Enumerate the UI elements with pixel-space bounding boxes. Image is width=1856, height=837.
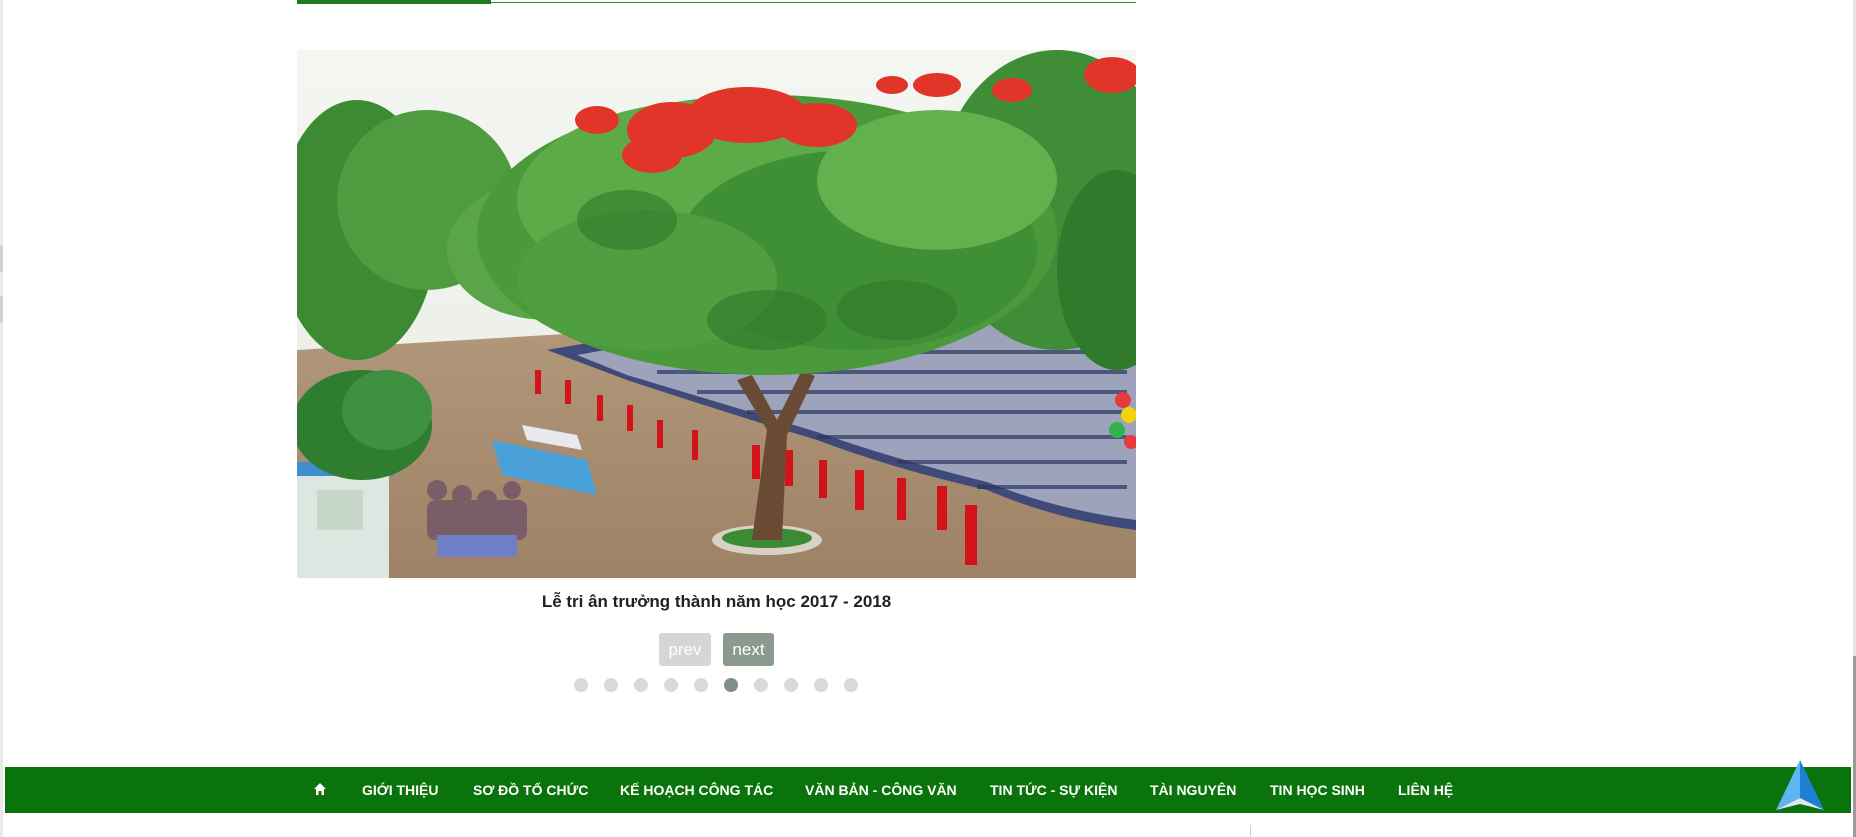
slide-image[interactable]	[297, 50, 1136, 578]
prev-button[interactable]: prev	[659, 633, 711, 666]
school-ceremony-photo	[297, 50, 1136, 578]
left-edge-tab[interactable]	[0, 246, 3, 272]
nav-item-so-do-to-chuc[interactable]: SƠ ĐỒ TỔ CHỨC	[473, 767, 588, 813]
nav-item-van-ban-cong-van[interactable]: VĂN BẢN - CÔNG VĂN	[805, 767, 957, 813]
slide-dot[interactable]	[604, 678, 618, 692]
nav-item-tai-nguyen[interactable]: TÀI NGUYÊN	[1150, 767, 1236, 813]
slide-dot[interactable]	[784, 678, 798, 692]
scroll-to-top-icon[interactable]	[1772, 758, 1828, 814]
nav-item-tin-tuc-su-kien[interactable]: TIN TỨC - SỰ KIỆN	[990, 767, 1117, 813]
left-edge	[0, 0, 3, 837]
nav-item-tin-hoc-sinh[interactable]: TIN HỌC SINH	[1270, 767, 1365, 813]
nav-item-ke-hoach-cong-tac[interactable]: KẾ HOẠCH CÔNG TÁC	[620, 767, 773, 813]
nav-item-gioi-thieu[interactable]: GIỚI THIỆU	[362, 767, 439, 813]
slide-dot[interactable]	[814, 678, 828, 692]
slide-dot[interactable]	[634, 678, 648, 692]
slide-dot[interactable]	[724, 678, 738, 692]
slide-dot[interactable]	[574, 678, 588, 692]
content-divider	[1250, 825, 1251, 837]
section-header-rule	[297, 0, 1136, 4]
page: Lễ tri ân trưởng thành năm học 2017 - 20…	[0, 0, 1856, 837]
nav-item-lien-he[interactable]: LIÊN HỆ	[1398, 767, 1453, 813]
slide-dot[interactable]	[664, 678, 678, 692]
slide-pagination	[0, 678, 1856, 692]
next-button[interactable]: next	[723, 633, 774, 666]
slide-dot[interactable]	[694, 678, 708, 692]
slide-dot[interactable]	[754, 678, 768, 692]
section-rule-accent	[297, 0, 491, 4]
home-icon[interactable]	[313, 782, 327, 796]
main-navbar: GIỚI THIỆU SƠ ĐỒ TỔ CHỨC KẾ HOẠCH CÔNG T…	[5, 767, 1851, 813]
slide-dot[interactable]	[844, 678, 858, 692]
slide-caption: Lễ tri ân trưởng thành năm học 2017 - 20…	[541, 592, 892, 611]
left-edge-tab[interactable]	[0, 296, 3, 322]
